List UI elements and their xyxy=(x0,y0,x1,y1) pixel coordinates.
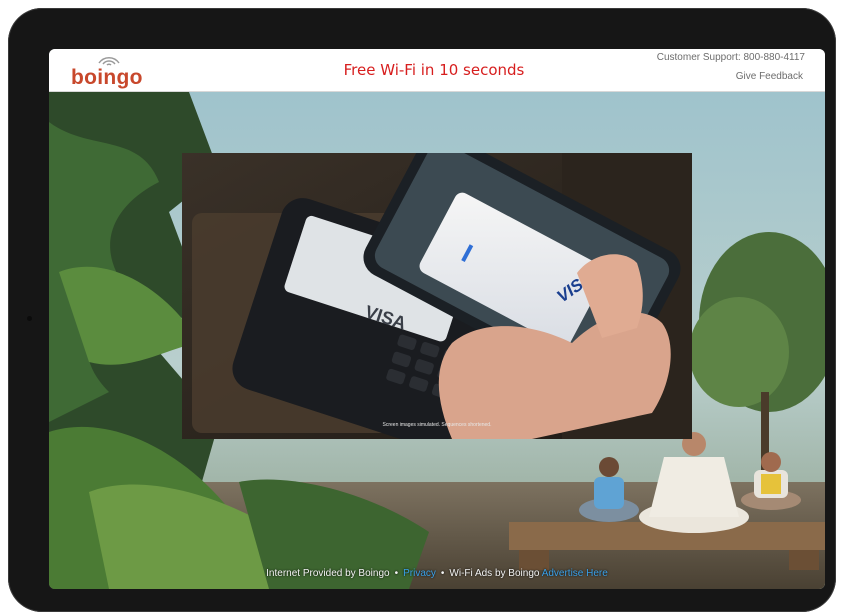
customer-support-text: Customer Support: 800-880-4117 xyxy=(656,52,805,63)
ads-by-text: Wi-Fi Ads by Boingo xyxy=(449,568,540,579)
boingo-logo[interactable]: boingo xyxy=(71,57,151,89)
footer-separator: • xyxy=(440,568,445,579)
advertise-here-link[interactable]: Advertise Here xyxy=(542,568,608,579)
video-ad[interactable]: VISA VISA Screen images simulated. Seque… xyxy=(182,153,692,439)
page-headline: Free Wi-Fi in 10 seconds xyxy=(343,61,525,79)
portal-header: boingo Free Wi-Fi in 10 seconds Customer… xyxy=(49,49,825,92)
video-caption: Screen images simulated. Sequences short… xyxy=(383,422,492,428)
privacy-link[interactable]: Privacy xyxy=(403,568,436,579)
wifi-icon xyxy=(98,57,120,66)
give-feedback-link[interactable]: Give Feedback xyxy=(736,71,803,82)
provided-by-text: Internet Provided by Boingo xyxy=(266,568,390,579)
tablet-camera-dot xyxy=(27,316,32,321)
logo-wordmark: boingo xyxy=(71,66,143,89)
portal-footer: Internet Provided by Boingo • Privacy • Wi-F… xyxy=(49,568,825,579)
footer-separator: • xyxy=(394,568,399,579)
tablet-frame: boingo Free Wi-Fi in 10 seconds Customer… xyxy=(8,8,836,612)
video-frame: VISA VISA Screen images simulated. Seque… xyxy=(182,153,692,439)
captive-portal-screen: boingo Free Wi-Fi in 10 seconds Customer… xyxy=(49,49,825,589)
